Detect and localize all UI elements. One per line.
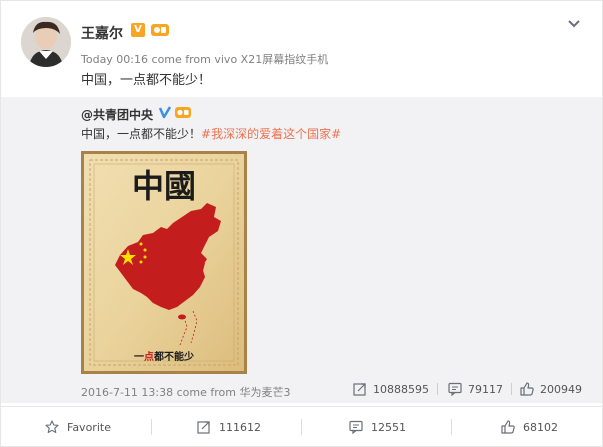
repost-like-value: 200949	[540, 382, 582, 396]
star-icon	[45, 420, 59, 434]
repost-count: 111612	[219, 420, 261, 434]
action-bar: Favorite 111612 12551 68102	[1, 406, 602, 446]
repost-author[interactable]: @共青团中央	[81, 106, 153, 123]
china-map-poster-image[interactable]: 中國 一点都不能少	[81, 151, 247, 374]
repost-comment-value: 79117	[468, 382, 503, 396]
repost-like-count[interactable]: 200949	[520, 382, 582, 396]
post-source[interactable]: come from vivo X21屏幕指纹手机	[152, 53, 329, 66]
share-icon	[353, 383, 366, 396]
thumbs-up-icon	[501, 420, 515, 434]
poster-caption: 一点都不能少	[134, 350, 194, 363]
like-count: 68102	[523, 420, 558, 434]
repost-repost-count[interactable]: 10888595	[353, 382, 429, 396]
weibo-card: 王嘉尔 V Today 00:16 come from vivo X21屏幕指纹…	[0, 0, 603, 447]
repost-timestamp[interactable]: 2016-7-11 13:38	[81, 386, 173, 399]
favorite-label: Favorite	[67, 420, 111, 434]
v-verified-badge: V	[131, 23, 145, 37]
comment-count: 12551	[371, 420, 406, 434]
thumbs-up-icon	[520, 382, 534, 396]
divider	[301, 419, 302, 435]
comment-icon	[448, 382, 462, 396]
repost-text: 中国，一点都不能少！#我深深的爱着这个国家#	[81, 125, 341, 142]
repost-text-plain: 中国，一点都不能少！	[81, 127, 202, 141]
repost-comment-count[interactable]: 79117	[448, 382, 503, 396]
repost-button[interactable]: 111612	[197, 407, 261, 447]
comment-icon	[349, 420, 363, 434]
divider	[437, 383, 438, 395]
post-meta: Today 00:16 come from vivo X21屏幕指纹手机	[81, 51, 328, 67]
repost-repost-value: 10888595	[373, 382, 429, 396]
post-timestamp[interactable]: Today 00:16	[81, 53, 148, 66]
post-text: 中国，一点都不能少！	[81, 73, 212, 88]
divider	[451, 419, 452, 435]
blue-verified-icon	[158, 106, 172, 119]
poster-title: 中國	[132, 167, 196, 205]
divider	[511, 383, 512, 395]
avatar[interactable]	[21, 17, 71, 67]
poster-caption-suffix: 都不能少	[153, 350, 194, 363]
chevron-down-icon[interactable]	[567, 19, 581, 29]
repost-level-badge	[175, 107, 191, 118]
share-icon	[197, 421, 210, 434]
poster-caption-prefix: 一	[134, 352, 144, 363]
repost-meta: 2016-7-11 13:38 come from 华为麦芒3	[81, 384, 290, 400]
poster-caption-highlight: 点	[144, 350, 154, 363]
repost-source[interactable]: come from 华为麦芒3	[177, 386, 291, 399]
hashtag-link[interactable]: #我深深的爱着这个国家#	[201, 127, 341, 141]
level-badge	[151, 24, 169, 36]
like-button[interactable]: 68102	[501, 407, 558, 447]
favorite-button[interactable]: Favorite	[45, 407, 111, 447]
comment-button[interactable]: 12551	[349, 407, 406, 447]
author-name[interactable]: 王嘉尔	[81, 23, 123, 43]
divider	[151, 419, 152, 435]
